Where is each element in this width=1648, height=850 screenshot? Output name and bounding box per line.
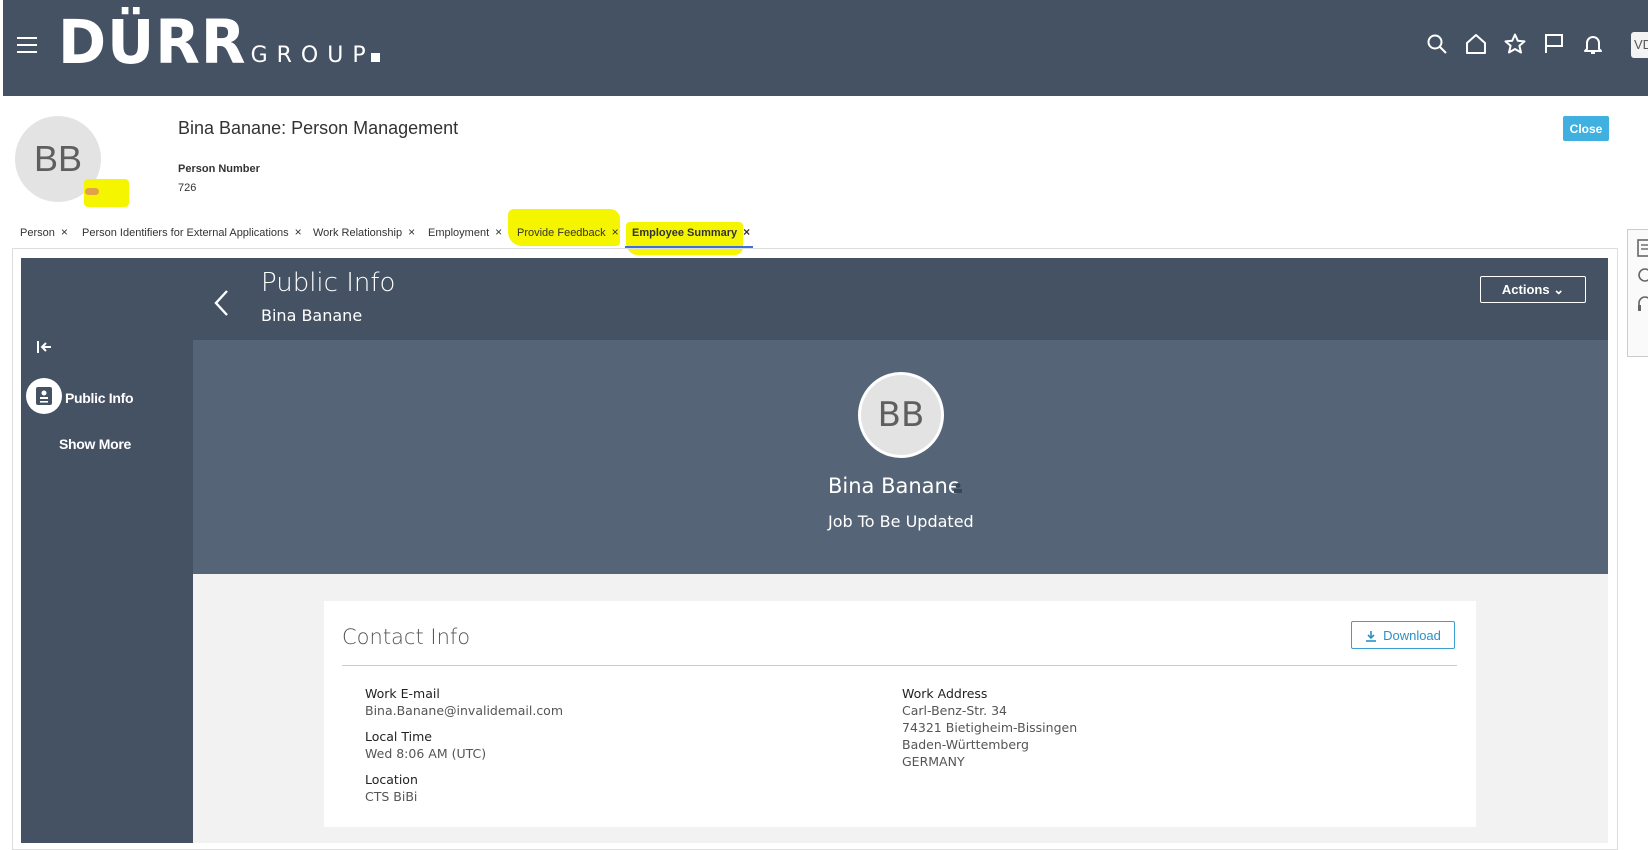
download-button[interactable]: Download	[1351, 621, 1455, 649]
tab-label: Provide Feedback	[517, 227, 606, 239]
work-email-value[interactable]: Bina.Banane@invalidemail.com	[365, 703, 563, 718]
search-icon[interactable]	[1636, 266, 1648, 286]
actions-label: Actions	[1501, 281, 1550, 297]
tab-employment[interactable]: Employment ×	[428, 225, 502, 239]
brand-logo[interactable]: DÜRR GROUP	[58, 6, 380, 78]
local-time-value: Wed 8:06 AM (UTC)	[365, 746, 487, 761]
tab-person-identifiers[interactable]: Person Identifiers for External Applicat…	[82, 225, 302, 239]
tab-label: Person Identifiers for External Applicat…	[82, 227, 289, 239]
person-status-icon	[953, 481, 963, 499]
close-icon[interactable]: ×	[743, 225, 750, 239]
hero-avatar: BB	[858, 372, 944, 458]
headset-icon[interactable]	[1636, 294, 1648, 314]
download-label: Download	[1383, 627, 1441, 643]
brand-name: DÜRR	[58, 6, 247, 78]
brand-dot	[370, 53, 380, 62]
tab-label: Person	[20, 227, 55, 239]
public-info-nav-icon[interactable]	[26, 378, 62, 414]
collapse-panel-icon[interactable]	[36, 340, 52, 359]
more-options-icon[interactable]	[85, 188, 99, 195]
tab-label: Employee Summary	[632, 227, 738, 239]
close-icon[interactable]: ×	[612, 225, 619, 239]
close-icon[interactable]: ×	[495, 225, 502, 239]
side-panel-toolbar	[1627, 229, 1648, 357]
page-title: Bina Banane: Person Management	[178, 118, 459, 138]
work-address-label: Work Address	[902, 686, 988, 701]
address-line: Baden-Württemberg	[902, 737, 1029, 752]
tab-provide-feedback[interactable]: Provide Feedback ×	[517, 225, 619, 239]
close-button[interactable]: Close	[1563, 116, 1609, 141]
contact-info-title: Contact Info	[342, 625, 471, 649]
location-label: Location	[365, 772, 418, 787]
address-line: 74321 Bietigheim-Bissingen	[902, 720, 1078, 735]
tab-employee-summary[interactable]: Employee Summary ×	[632, 225, 750, 239]
contact-info-card: Contact Info Download Work E-mail Bina.B…	[324, 601, 1476, 827]
top-bar: DÜRR GROUP VD	[3, 0, 1648, 96]
brand-sub: GROUP	[250, 43, 375, 68]
close-icon[interactable]: ×	[408, 225, 415, 239]
panel-subtitle: Bina Banane	[261, 306, 363, 325]
tab-label: Employment	[428, 227, 490, 239]
person-number-label: Person Number	[178, 163, 260, 175]
panel-title: Public Info	[261, 268, 396, 298]
back-chevron-icon[interactable]	[212, 288, 230, 323]
user-avatar[interactable]: VD	[1631, 32, 1648, 58]
menu-icon[interactable]	[17, 37, 37, 53]
actions-button[interactable]: Actions ⌄	[1480, 276, 1586, 303]
tab-person[interactable]: Person ×	[20, 225, 68, 239]
location-value: CTS BiBi	[365, 789, 418, 804]
search-icon[interactable]	[1425, 32, 1449, 56]
document-icon[interactable]	[1636, 238, 1648, 258]
nav-item-public-info[interactable]: Public Info	[65, 390, 134, 406]
chevron-down-icon: ⌄	[1553, 281, 1565, 297]
home-icon[interactable]	[1464, 32, 1488, 56]
work-email-label: Work E-mail	[365, 686, 440, 701]
address-line: GERMANY	[902, 754, 965, 769]
hero-job-title: Job To Be Updated	[828, 512, 974, 531]
tab-work-relationship[interactable]: Work Relationship ×	[313, 225, 415, 239]
address-line: Carl-Benz-Str. 34	[902, 703, 1008, 718]
download-icon	[1366, 630, 1377, 642]
tab-label: Work Relationship	[313, 227, 403, 239]
bell-icon[interactable]	[1581, 32, 1605, 56]
person-number-value: 726	[178, 182, 197, 194]
close-icon[interactable]: ×	[295, 225, 302, 239]
show-more-link[interactable]: Show More	[59, 436, 131, 452]
hero-name: Bina Banane	[828, 474, 961, 498]
star-icon[interactable]	[1503, 32, 1527, 56]
close-icon[interactable]: ×	[61, 225, 68, 239]
local-time-label: Local Time	[365, 729, 432, 744]
panel-header	[193, 258, 1608, 340]
flag-icon[interactable]	[1542, 32, 1566, 56]
card-divider	[342, 665, 1457, 666]
